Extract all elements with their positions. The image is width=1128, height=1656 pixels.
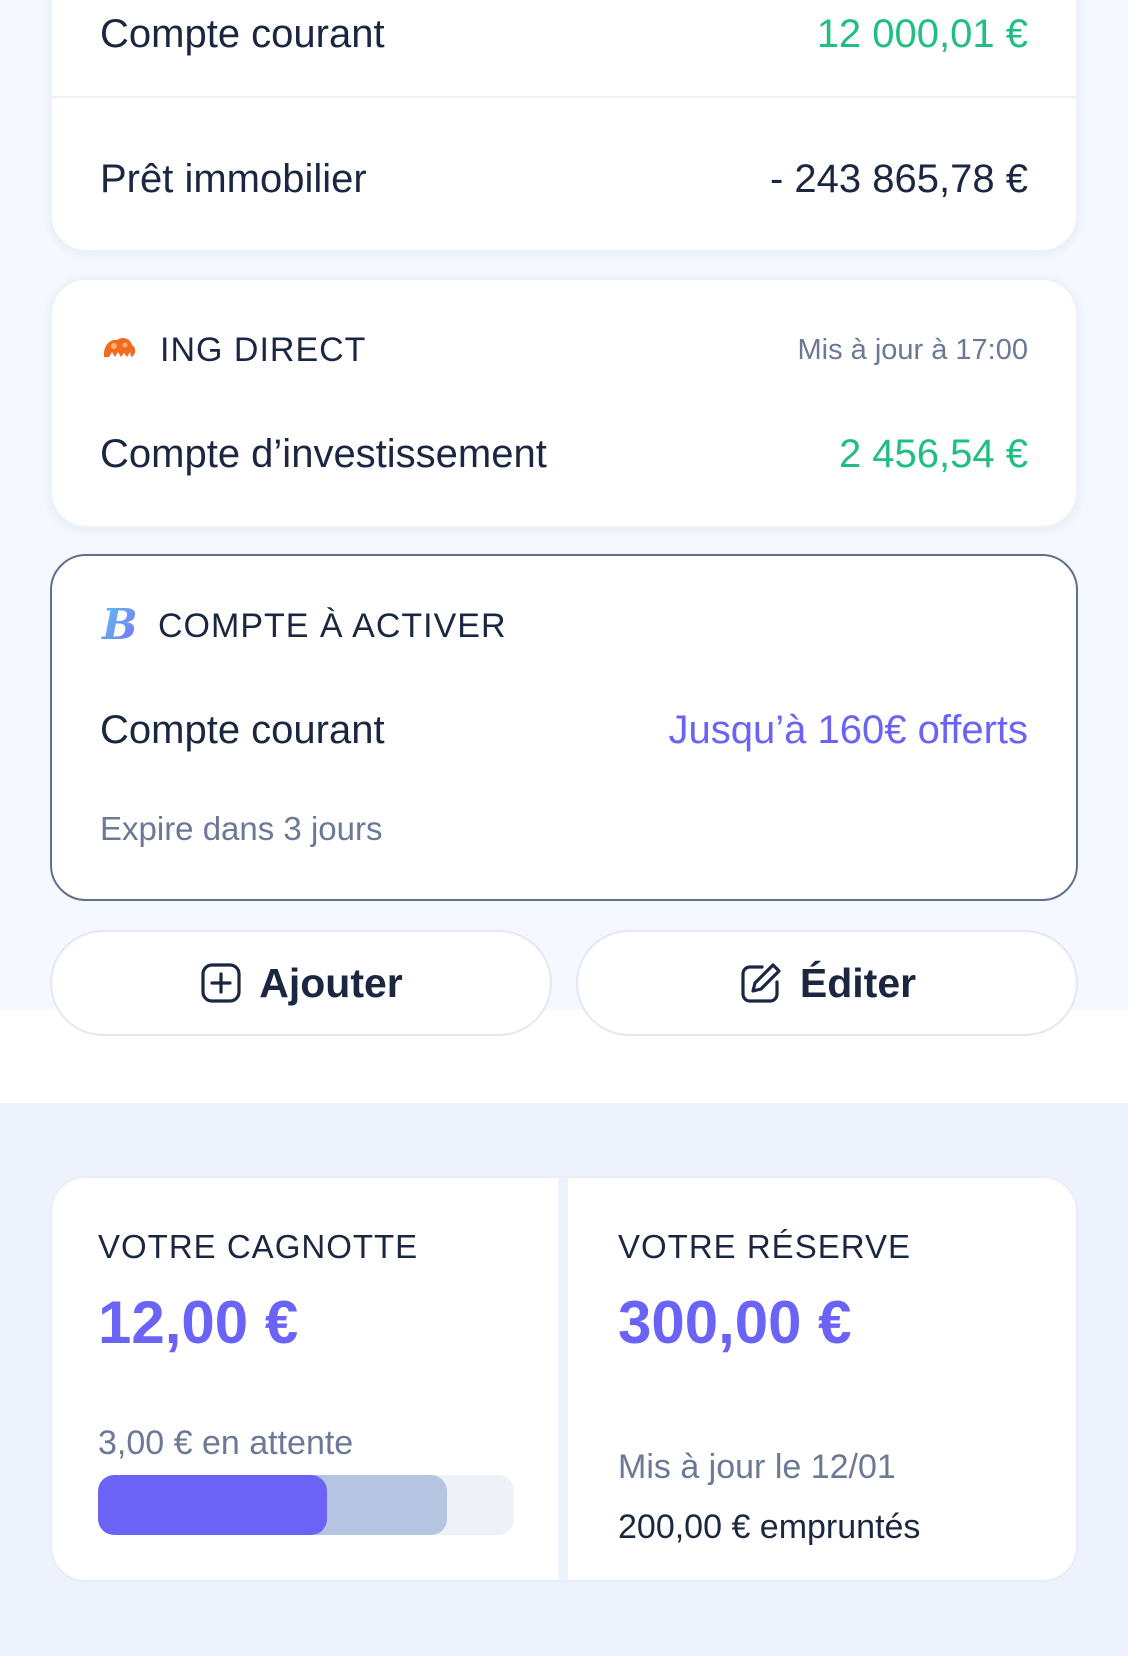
reserve-amount: 300,00 € — [618, 1289, 852, 1356]
offer-row: Compte courant Jusqu’à 160€ offerts — [100, 700, 1028, 760]
last-update-time: Mis à jour à 17:00 — [797, 333, 1028, 366]
account-label: Compte courant — [100, 11, 385, 56]
account-balance: 12 000,01 € — [816, 11, 1028, 56]
svg-text:B: B — [101, 603, 136, 645]
expiry-text: Expire dans 3 jours — [100, 810, 383, 847]
plus-square-icon — [201, 963, 241, 1003]
lion-icon — [100, 333, 138, 368]
activate-title: COMPTE À ACTIVER — [158, 606, 507, 645]
account-balance: - 243 865,78 € — [770, 156, 1028, 201]
account-balance: 2 456,54 € — [838, 431, 1028, 476]
add-button-label: Ajouter — [259, 959, 403, 1006]
row-divider — [52, 96, 1076, 98]
edit-button[interactable]: Éditer — [576, 930, 1078, 1036]
account-label: Prêt immobilier — [100, 156, 367, 201]
cagnotte-amount: 12,00 € — [98, 1289, 299, 1356]
reserve-borrowed: 200,00 € empruntés — [618, 1508, 921, 1546]
reserve-updated: Mis à jour le 12/01 — [618, 1448, 896, 1486]
column-divider — [558, 1178, 568, 1580]
add-button[interactable]: Ajouter — [50, 930, 552, 1036]
savings-card: VOTRE CAGNOTTE 12,00 € 3,00 € en attente… — [50, 1176, 1078, 1582]
account-row-investment[interactable]: Compte d’investissement 2 456,54 € — [100, 424, 1028, 484]
edit-button-label: Éditer — [799, 959, 917, 1006]
ing-bank-card[interactable]: ING DIRECT Mis à jour à 17:00 Compte d’i… — [50, 278, 1078, 528]
account-label: Compte d’investissement — [100, 431, 547, 476]
accounts-card: Compte courant 12 000,01 € Prêt immobili… — [50, 0, 1078, 252]
activate-account-card[interactable]: B COMPTE À ACTIVER Compte courant Jusqu’… — [50, 554, 1078, 901]
offer-text[interactable]: Jusqu’à 160€ offerts — [668, 708, 1028, 753]
account-row-mortgage[interactable]: Prêt immobilier - 243 865,78 € — [100, 147, 1028, 211]
cagnotte-progress-bar — [98, 1475, 514, 1535]
cagnotte-pending: 3,00 € en attente — [98, 1424, 354, 1462]
reserve-label: VOTRE RÉSERVE — [618, 1228, 911, 1265]
progress-fill — [98, 1475, 327, 1535]
bank-name: ING DIRECT — [160, 330, 367, 369]
cagnotte-label: VOTRE CAGNOTTE — [98, 1228, 419, 1265]
account-row-current[interactable]: Compte courant 12 000,01 € — [100, 2, 1028, 66]
account-label: Compte courant — [100, 707, 385, 752]
edit-icon — [741, 963, 781, 1003]
b-logo-icon: B — [100, 600, 138, 650]
